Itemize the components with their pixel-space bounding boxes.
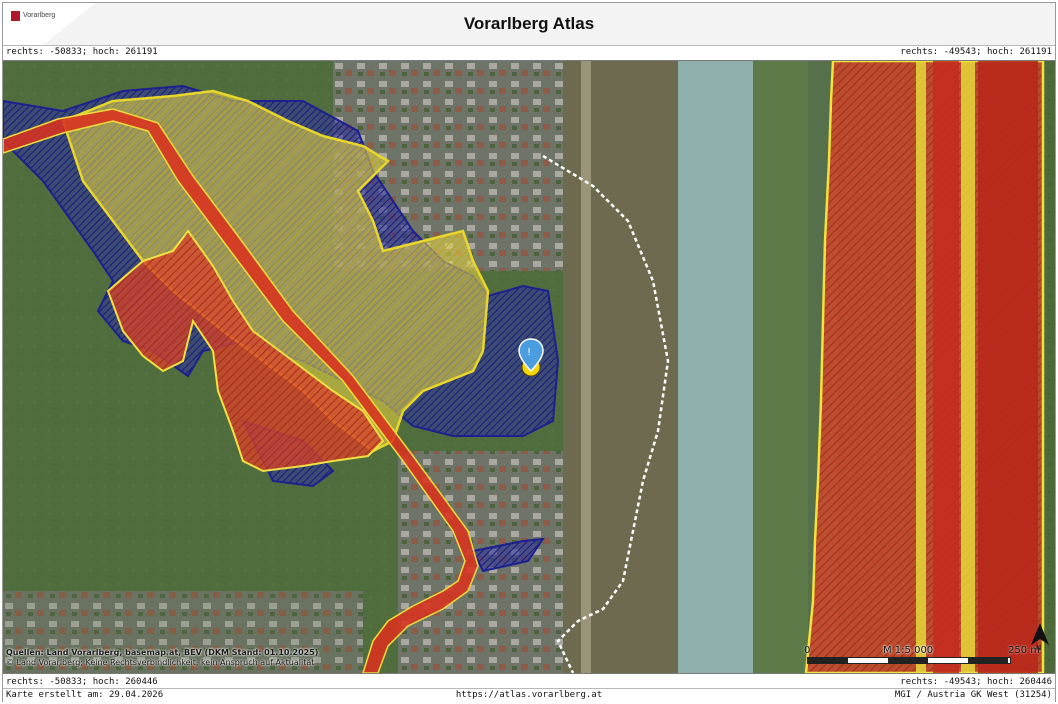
yellow-strip-east-1 (916, 61, 926, 673)
red-strip-east (933, 61, 959, 673)
scale-bar (807, 657, 1011, 664)
scale-start-label: 0 (804, 645, 811, 656)
coord-top-left: rechts: -50833; hoch: 261191 (6, 47, 158, 57)
map-sources: Quellen: Land Vorarlberg, basemap.at, BE… (6, 648, 318, 668)
riverbank-east (753, 61, 808, 673)
north-arrow-icon: N (1031, 623, 1049, 651)
header-bar: Vorarlberg Vorarlberg Atlas (3, 3, 1055, 46)
location-pin-icon[interactable]: ! (518, 338, 544, 377)
yellow-strip-east-2 (961, 61, 975, 673)
atlas-print-frame: Vorarlberg Vorarlberg Atlas rechts: -508… (2, 2, 1056, 702)
coord-bottom-right: rechts: -49543; hoch: 260446 (900, 677, 1052, 687)
footer-crs: MGI / Austria GK West (31254) (894, 690, 1052, 700)
red-strip-east-2 (978, 61, 1038, 673)
svg-text:!: ! (527, 347, 531, 358)
map-canvas[interactable]: ! (3, 61, 1055, 673)
dike-road (581, 61, 591, 673)
footer-bar: Karte erstellt am: 29.04.2026 https://at… (3, 688, 1055, 702)
coord-bottom-left: rechts: -50833; hoch: 260446 (6, 677, 158, 687)
river-channel (678, 61, 753, 673)
dike-west (563, 61, 678, 673)
coord-top-right: rechts: -49543; hoch: 261191 (900, 47, 1052, 57)
page-title: Vorarlberg Atlas (463, 14, 595, 33)
scale-ratio-label: M 1:5 000 (883, 645, 934, 656)
sources-line-2: © Land Vorarlberg; Keine Rechtsverbindli… (6, 658, 315, 667)
svg-text:N: N (1036, 644, 1041, 651)
map-view[interactable]: ! Quellen: Land Vorarlberg, basemap.at, … (3, 60, 1055, 674)
sources-line-1: Quellen: Land Vorarlberg, basemap.at, BE… (6, 648, 319, 657)
